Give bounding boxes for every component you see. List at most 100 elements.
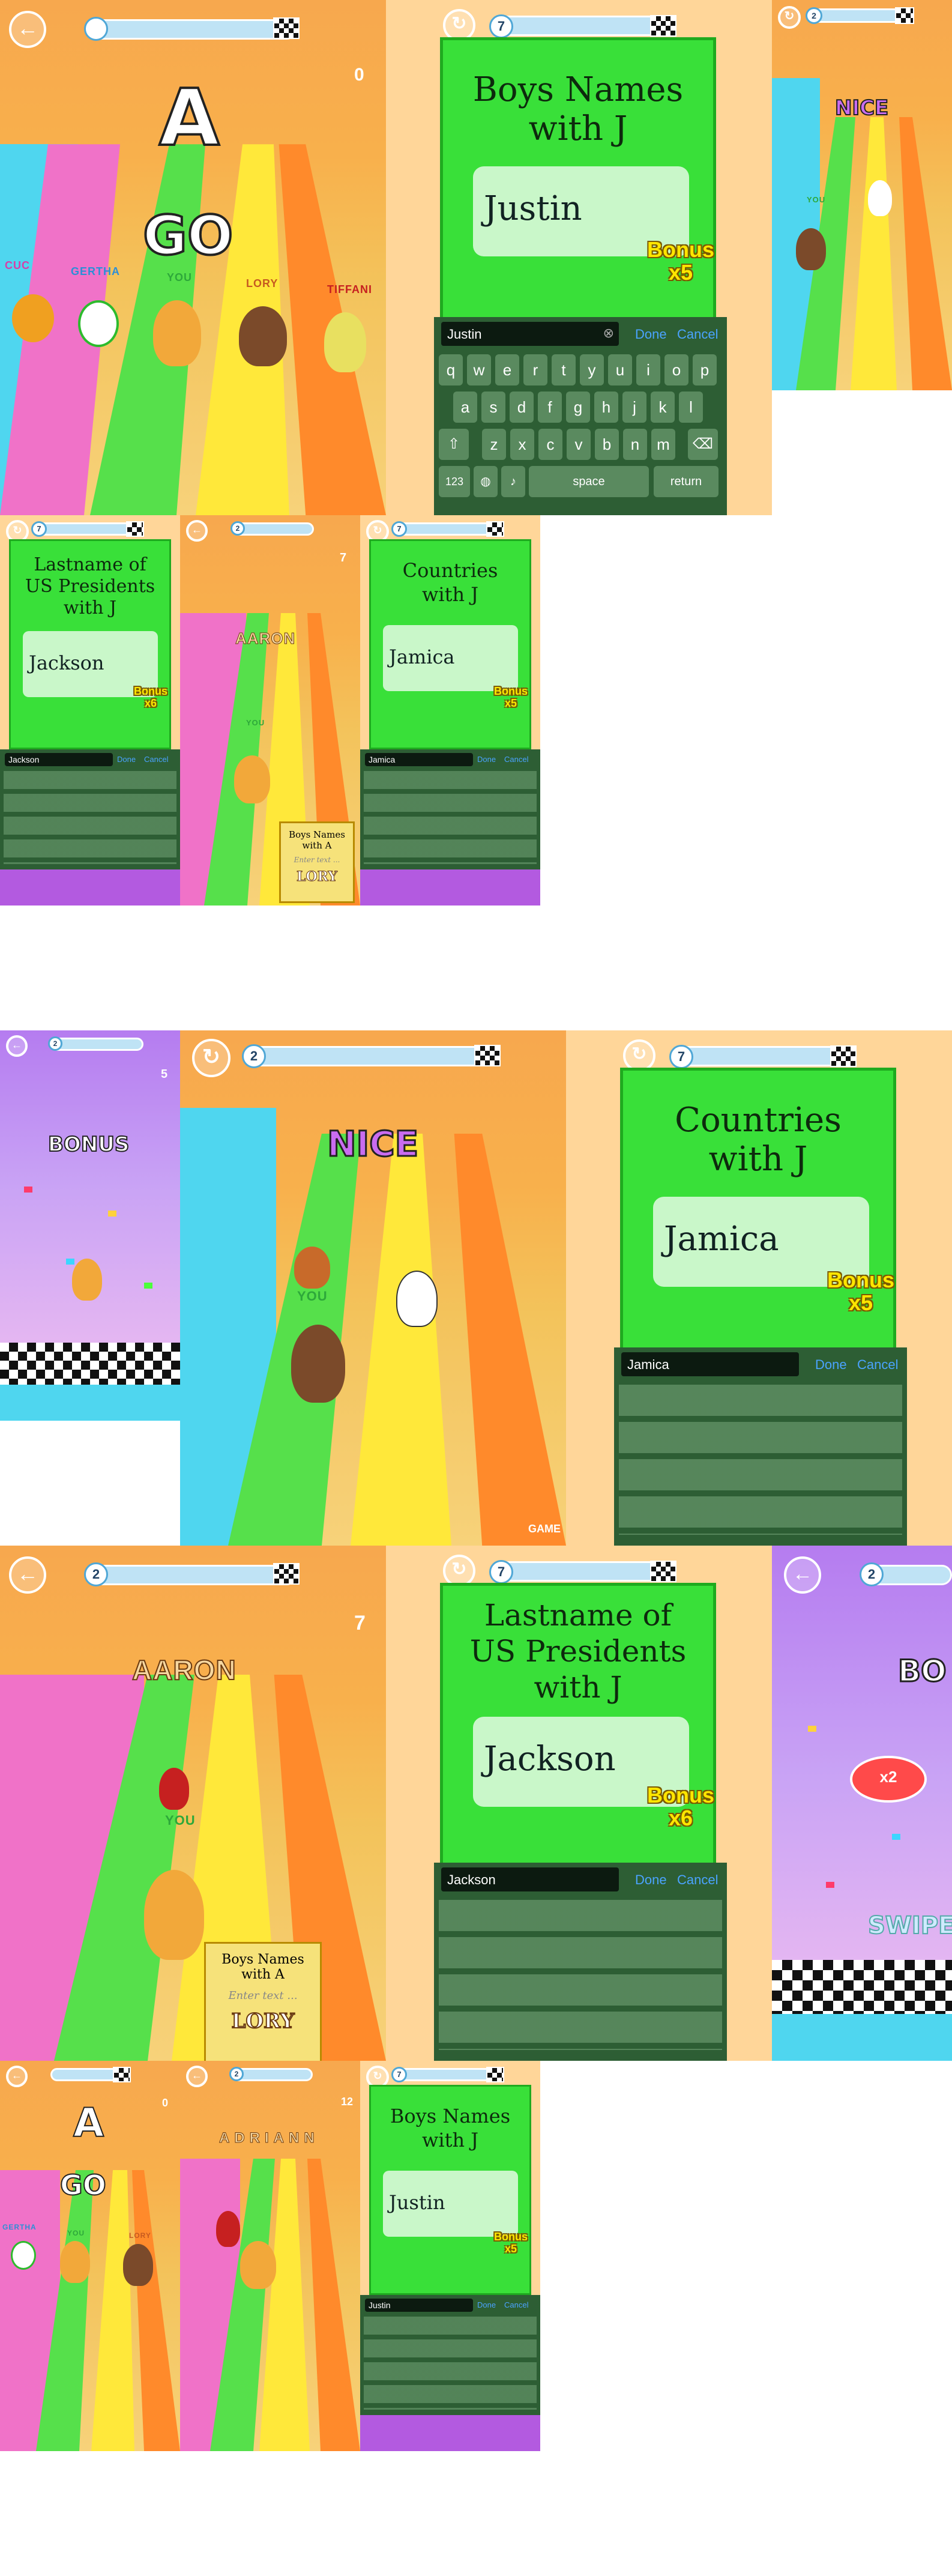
runner-gertha (78, 300, 119, 347)
bonus-multiplier: x5 (848, 1290, 873, 1315)
key-rows (4, 771, 176, 864)
question-title-line-1: Countries (402, 559, 498, 582)
text-input[interactable]: Justin ⊗ (441, 322, 619, 346)
text-input[interactable]: Justin (365, 2299, 473, 2312)
key-p[interactable]: p (693, 354, 717, 385)
cancel-button[interactable]: Cancel (504, 2300, 528, 2309)
finish-flag-icon (486, 521, 504, 537)
key-k[interactable]: k (651, 392, 675, 423)
progress-bar (232, 2068, 313, 2081)
key-t[interactable]: t (552, 354, 576, 385)
text-input[interactable]: Jackson (5, 753, 113, 766)
key-l[interactable]: l (679, 392, 703, 423)
key-y[interactable]: y (580, 354, 604, 385)
done-button[interactable]: Done (635, 327, 667, 342)
score-label: 12 (341, 2096, 354, 2108)
key-h[interactable]: h (594, 392, 618, 423)
key-g[interactable]: g (566, 392, 590, 423)
restart-icon[interactable]: ↻ (623, 1039, 655, 1072)
key-i[interactable]: i (636, 354, 660, 385)
question-card: Boys Names with J Justin Bonus x5 (440, 37, 716, 323)
key-u[interactable]: u (608, 354, 632, 385)
key-space[interactable]: space (529, 466, 649, 497)
player-name-you: YOU (165, 1813, 196, 1828)
key-d[interactable]: d (510, 392, 534, 423)
key-w[interactable]: w (467, 354, 491, 385)
text-input[interactable]: Jackson (441, 1867, 619, 1891)
cancel-button[interactable]: Cancel (504, 755, 528, 764)
level-indicator: 7 (669, 1045, 693, 1069)
key-f[interactable]: f (538, 392, 562, 423)
done-button[interactable]: Done (117, 755, 136, 764)
cancel-button[interactable]: Cancel (677, 1872, 718, 1888)
back-arrow-icon[interactable]: ← (186, 2066, 208, 2087)
delete-icon[interactable]: ⌫ (688, 429, 718, 460)
finish-flag-icon (113, 2067, 131, 2082)
progress-bar (87, 1565, 297, 1585)
cancel-button[interactable]: Cancel (677, 327, 718, 342)
restart-icon[interactable]: ↻ (778, 6, 801, 29)
key-b[interactable]: b (595, 429, 619, 460)
done-button[interactable]: Done (815, 1357, 847, 1373)
key-r[interactable]: r (523, 354, 547, 385)
cancel-button[interactable]: Cancel (144, 755, 168, 764)
bonus-label: Bonus x5 (827, 1269, 894, 1314)
restart-icon[interactable]: ↻ (443, 9, 475, 41)
restart-icon[interactable]: ↻ (192, 1039, 230, 1077)
back-arrow-icon[interactable]: ← (6, 2066, 28, 2087)
key-numbers[interactable]: 123 (439, 466, 470, 497)
input-value: Jamica (369, 755, 396, 764)
level-indicator: 7 (489, 14, 513, 38)
globe-icon[interactable]: ◍ (474, 466, 498, 497)
restart-icon[interactable]: ↻ (443, 1555, 475, 1587)
done-button[interactable]: Done (477, 2300, 496, 2309)
answer-sign: Boys Names with A Enter text ... LORY (204, 1942, 322, 2061)
key-s[interactable]: s (481, 392, 505, 423)
back-arrow-icon[interactable]: ← (186, 520, 208, 542)
sign-placeholder: Enter text ... (294, 856, 340, 864)
key-m[interactable]: m (651, 429, 675, 460)
done-button[interactable]: Done (477, 755, 496, 764)
back-arrow-icon[interactable]: ← (784, 1556, 821, 1594)
question-title-line-2: with J (421, 583, 479, 606)
key-return[interactable]: return (654, 466, 719, 497)
key-q[interactable]: q (439, 354, 463, 385)
answer-display: Jamica (383, 625, 518, 691)
key-rows (439, 1900, 722, 2050)
level-indicator: 7 (391, 2067, 407, 2082)
runner-you (60, 2241, 90, 2283)
player-name-tiffani: TIFFANI (327, 283, 372, 295)
key-j[interactable]: j (622, 392, 646, 423)
back-arrow-icon[interactable]: ← (9, 1556, 46, 1594)
question-title-line-2: with J (421, 2129, 479, 2151)
back-arrow-icon[interactable]: ← (9, 11, 46, 48)
confetti (808, 1726, 816, 1732)
text-input[interactable]: Jamica (365, 753, 473, 766)
progress-bar (491, 16, 674, 36)
key-v[interactable]: v (567, 429, 591, 460)
key-c[interactable]: c (538, 429, 562, 460)
key-a[interactable]: a (453, 392, 477, 423)
microphone-icon[interactable]: ♪ (501, 466, 525, 497)
key-z[interactable]: z (482, 429, 506, 460)
clear-icon[interactable]: ⊗ (603, 325, 614, 341)
player-name-you: YOU (67, 2229, 85, 2237)
level-indicator: 2 (48, 1036, 62, 1051)
done-button[interactable]: Done (635, 1872, 667, 1888)
key-x[interactable]: x (510, 429, 534, 460)
text-input[interactable]: Jamica (621, 1352, 799, 1376)
finish-flag-icon (474, 1045, 501, 1066)
key-e[interactable]: e (495, 354, 519, 385)
key-o[interactable]: o (664, 354, 688, 385)
back-arrow-icon[interactable]: ← (6, 1035, 28, 1057)
progress-bar (50, 1038, 143, 1051)
shift-icon[interactable]: ⇧ (439, 429, 469, 460)
finish-flag-icon (895, 7, 914, 24)
cancel-button[interactable]: Cancel (857, 1357, 898, 1373)
confetti (108, 1211, 116, 1217)
keyboard: Jackson Done Cancel (434, 1863, 727, 2061)
finish-flag-icon (273, 17, 300, 39)
key-n[interactable]: n (623, 429, 647, 460)
runner-opponent-1 (294, 1247, 330, 1289)
confetti (144, 1283, 152, 1289)
